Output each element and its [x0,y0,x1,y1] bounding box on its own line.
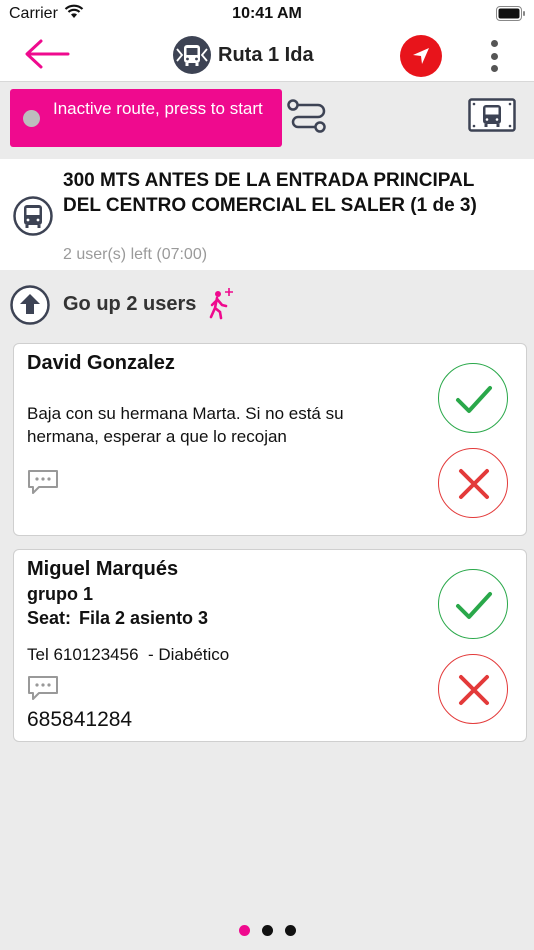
page-dot-1[interactable] [239,925,250,936]
start-route-label: Inactive route, press to start [53,99,263,118]
page-indicator[interactable] [0,925,534,937]
close-icon [459,469,489,499]
walking-person-plus-icon [209,288,233,320]
accept-button[interactable] [438,569,508,639]
go-up-label: Go up 2 users [63,293,197,315]
locate-button[interactable] [400,35,442,77]
seat-value: Fila 2 asiento 3 [79,608,209,628]
close-icon [459,675,489,705]
checkmark-icon [456,592,492,619]
passenger-name: Miguel Marqués [27,558,179,580]
reject-button[interactable] [438,654,508,724]
nav-title-group: Ruta 1 Ida [172,35,314,75]
status-time: 10:41 AM [232,5,302,22]
users-left-label: 2 user(s) left (07:00) [63,246,208,263]
stop-info: 300 MTS ANTES DE LA ENTRADA PRINCIPAL DE… [0,159,534,270]
passenger-seat: Seat: Fila 2 asiento 3 [27,608,208,629]
go-up-header: Go up 2 users [0,270,534,338]
bus-card-icon[interactable] [468,98,516,132]
passenger-card: Miguel Marqués grupo 1 Seat: Fila 2 asien… [13,549,527,742]
reject-button[interactable] [438,448,508,518]
comment-icon[interactable] [27,469,59,495]
comment-icon[interactable] [27,675,59,701]
checkmark-icon [456,386,492,413]
route-controls: Inactive route, press to start [0,83,534,159]
vertical-dots-icon [490,40,498,47]
bus-icon [13,196,53,236]
accept-button[interactable] [438,363,508,433]
back-button[interactable] [22,36,72,72]
page-dot-3[interactable] [285,925,296,936]
navigation-arrow-icon [413,48,429,64]
stop-name: 300 MTS ANTES DE LA ENTRADA PRINCIPAL DE… [63,170,477,216]
passenger-phone-note: Tel 610123456 - Diabético [27,645,230,664]
arrow-left-icon [25,39,70,69]
bus-stop-icon [173,36,211,74]
passenger-name: David Gonzalez [27,352,175,374]
route-path-icon[interactable] [286,97,330,135]
start-route-button[interactable]: Inactive route, press to start [10,89,282,147]
status-bar: Carrier 10:41 AM [0,0,534,30]
more-options-button[interactable] [484,38,504,74]
arrow-up-circle-icon [10,285,50,325]
passenger-group: grupo 1 [27,584,93,604]
nav-bar: Ruta 1 Ida [0,30,534,82]
battery-icon [496,6,525,21]
page-dot-2[interactable] [262,925,273,936]
passenger-note: Baja con su hermana Marta. Si no está su… [27,404,344,446]
passenger-phone[interactable]: 685841284 [27,708,132,732]
page-title: Ruta 1 Ida [218,43,314,66]
route-status-indicator [23,110,40,127]
passenger-card: David Gonzalez Baja con su hermana Marta… [13,343,527,536]
seat-label: Seat: [27,608,72,628]
